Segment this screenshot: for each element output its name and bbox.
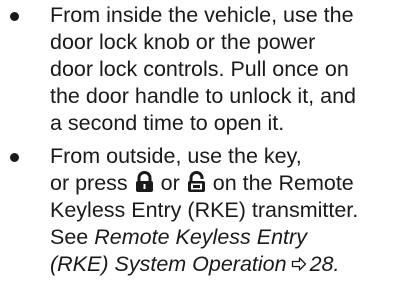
text-segment: on the Remote (212, 171, 354, 195)
bullet-dot-icon (10, 12, 19, 21)
text-segment: See (50, 225, 89, 249)
list-item-inside-vehicle: From inside the vehicle, use the door lo… (0, 2, 394, 137)
bullet-dot-icon (10, 153, 19, 162)
text-line: From outside, use the key, (50, 144, 302, 168)
text-line: door lock knob or the power (50, 30, 316, 54)
unlock-icon (187, 171, 205, 192)
text-line: the door handle to unlock it, and (50, 84, 356, 108)
text-segment: . (333, 252, 340, 276)
list-item-outside-vehicle: From outside, use the key, or press or o… (0, 143, 394, 278)
lock-closed-icon (135, 171, 153, 192)
text-line-with-icons: or press or on the Remote (50, 170, 390, 197)
page-number: 28 (309, 252, 334, 276)
text-line: Keyless Entry (RKE) transmitter. (50, 198, 359, 222)
text-segment: or (160, 171, 180, 195)
text-line: a second time to open it. (50, 111, 285, 135)
cross-reference-title: (RKE) System Operation (50, 252, 287, 276)
cross-reference-title: Remote Keyless Entry (94, 225, 307, 249)
instructions-list: From inside the vehicle, use the door lo… (0, 2, 394, 278)
text-line-reference: (RKE) System Operation 28. (50, 251, 390, 278)
text-line-reference: See Remote Keyless Entry (50, 224, 390, 251)
text-line: door lock controls. Pull once on (50, 57, 349, 81)
page-ref-arrow-icon (291, 257, 306, 271)
text-line: From inside the vehicle, use the (50, 3, 354, 27)
text-segment: or press (50, 171, 128, 195)
